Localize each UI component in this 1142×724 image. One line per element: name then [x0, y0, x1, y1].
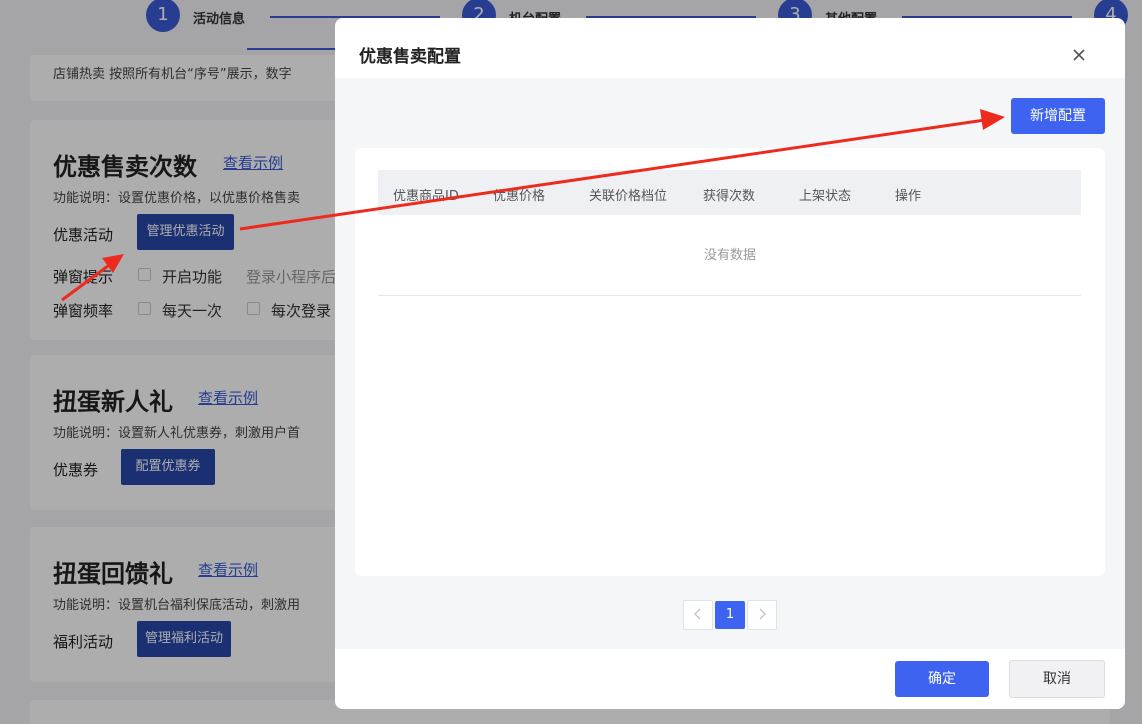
discount-config-modal: 优惠售卖配置 新增配置 优惠商品ID 优惠价格 关联价格档位 获得次数 上架状态…: [335, 18, 1125, 709]
column-header-actions: 操作: [895, 189, 922, 204]
column-header-times: 获得次数: [703, 189, 756, 204]
column-header-status: 上架状态: [799, 189, 852, 204]
page-button-current[interactable]: 1: [715, 601, 745, 629]
column-header-price: 优惠价格: [493, 189, 546, 204]
modal-title: 优惠售卖配置: [359, 47, 461, 67]
empty-state-text: 没有数据: [703, 248, 756, 263]
chevron-left-icon[interactable]: [683, 600, 713, 630]
table-divider: [378, 295, 1081, 296]
modal-footer: 确定 取消: [335, 649, 1125, 709]
column-header-price-tier: 关联价格档位: [589, 189, 668, 204]
table-header: 优惠商品ID 优惠价格 关联价格档位 获得次数 上架状态 操作: [378, 170, 1081, 215]
chevron-right-icon[interactable]: [747, 600, 777, 630]
close-icon[interactable]: [1068, 44, 1090, 66]
cancel-button[interactable]: 取消: [1009, 660, 1105, 698]
config-table-card: 优惠商品ID 优惠价格 关联价格档位 获得次数 上架状态 操作 没有数据: [355, 148, 1105, 576]
column-header-product-id: 优惠商品ID: [393, 189, 459, 204]
modal-body: 新增配置 优惠商品ID 优惠价格 关联价格档位 获得次数 上架状态 操作 没有数…: [335, 78, 1125, 649]
confirm-button[interactable]: 确定: [895, 661, 989, 697]
add-config-button[interactable]: 新增配置: [1011, 98, 1105, 134]
